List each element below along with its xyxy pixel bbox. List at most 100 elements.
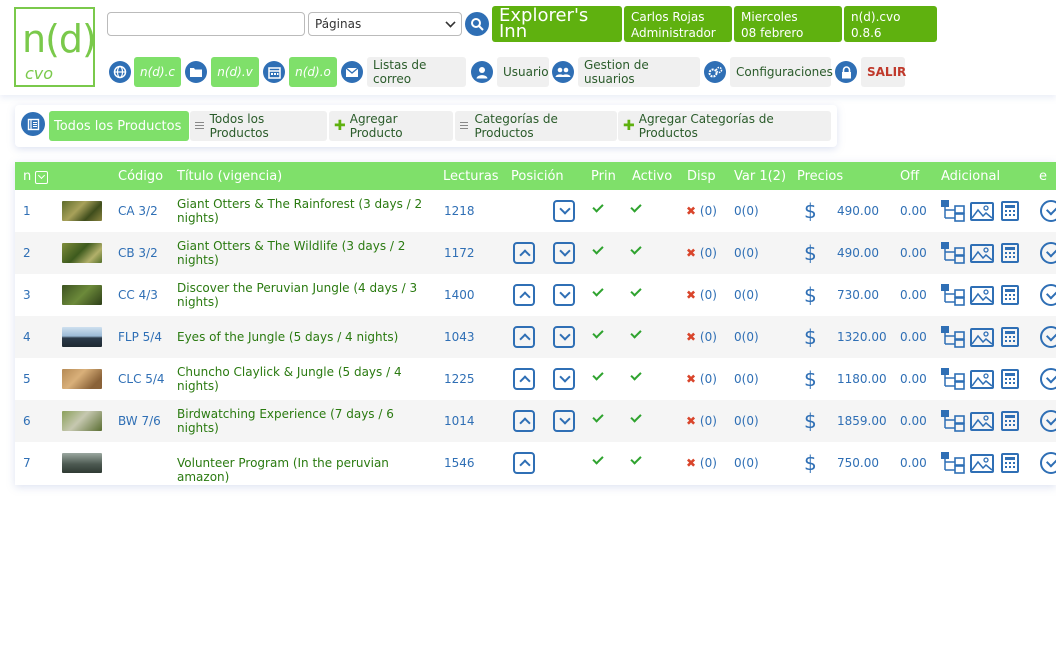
calculator-icon[interactable] [1001, 411, 1019, 431]
product-thumbnail[interactable] [62, 243, 102, 263]
availability[interactable]: ✖ (0) [686, 330, 717, 344]
table-row[interactable]: 5 CLC 5/4 Chuncho Claylick & Jungle (5 day… [15, 358, 1056, 400]
globe-button[interactable] [109, 61, 131, 83]
product-thumbnail[interactable] [62, 411, 102, 431]
availability[interactable]: ✖ (0) [686, 246, 717, 260]
move-down-button[interactable] [553, 410, 575, 432]
col-precios[interactable]: Precios [797, 169, 843, 184]
check-circle-icon[interactable] [1040, 242, 1056, 264]
nav-user[interactable]: Usuario [497, 57, 549, 87]
sitemap-icon[interactable] [941, 284, 965, 306]
table-row[interactable]: 6 BW 7/6 Birdwatching Experience (7 days /… [15, 400, 1056, 442]
col-disp[interactable]: Disp [687, 169, 716, 184]
product-title[interactable]: Chuncho Claylick & Jungle (5 days / 4 ni… [177, 365, 427, 393]
nav-ndc[interactable]: n(d).c [134, 57, 181, 87]
check-circle-icon[interactable] [1040, 200, 1056, 222]
col-e[interactable]: e [1039, 169, 1047, 184]
col-activo[interactable]: Activo [632, 169, 672, 184]
sitemap-icon[interactable] [941, 242, 965, 264]
move-up-button[interactable] [513, 242, 535, 264]
move-down-button[interactable] [553, 368, 575, 390]
product-code[interactable]: FLP 5/4 [118, 330, 162, 344]
variants-count[interactable]: 0(0) [734, 414, 759, 428]
variants-count[interactable]: 0(0) [734, 246, 759, 260]
principal-check-icon[interactable] [592, 327, 604, 339]
product-code[interactable]: CLC 5/4 [118, 372, 165, 386]
dollar-icon[interactable]: $ [804, 367, 817, 391]
table-row[interactable]: 3 CC 4/3 Discover the Peruvian Jungle (4 d… [15, 274, 1056, 316]
sitemap-icon[interactable] [941, 326, 965, 348]
move-down-button[interactable] [553, 284, 575, 306]
calculator-icon[interactable] [1001, 369, 1019, 389]
image-icon[interactable] [970, 328, 994, 347]
availability[interactable]: ✖ (0) [686, 288, 717, 302]
active-check-icon[interactable] [630, 453, 642, 465]
product-code[interactable]: BW 7/6 [118, 414, 161, 428]
site-title[interactable]: Explorer's Inn [492, 6, 622, 42]
col-lecturas[interactable]: Lecturas [443, 169, 499, 184]
product-thumbnail[interactable] [62, 453, 102, 473]
active-check-icon[interactable] [630, 201, 642, 213]
sitemap-icon[interactable] [941, 368, 965, 390]
tab-product-categories[interactable]: Categorías de Productos [455, 111, 617, 141]
nav-mailing-lists[interactable]: Listas de correo [367, 57, 466, 87]
tab-add-product[interactable]: ✚ Agregar Producto [329, 111, 453, 141]
nav-ndv[interactable]: n(d).v [211, 57, 259, 87]
availability[interactable]: ✖ (0) [686, 372, 717, 386]
sitemap-icon[interactable] [941, 410, 965, 432]
tab-all-products[interactable]: Todos los Productos [190, 111, 327, 141]
nav-ndo[interactable]: n(d).o [289, 57, 337, 87]
logout-button[interactable]: SALIR [861, 57, 906, 87]
col-adicional[interactable]: Adicional [941, 169, 1000, 184]
product-thumbnail[interactable] [62, 327, 102, 347]
product-title[interactable]: Giant Otters & The Wildlife (3 days / 2 … [177, 239, 427, 267]
calculator-icon[interactable] [1001, 285, 1019, 305]
variants-count[interactable]: 0(0) [734, 456, 759, 470]
product-title[interactable]: Giant Otters & The Rainforest (3 days / … [177, 197, 427, 225]
variants-count[interactable]: 0(0) [734, 330, 759, 344]
product-title[interactable]: Eyes of the Jungle (5 days / 4 nights) [177, 330, 427, 344]
image-icon[interactable] [970, 412, 994, 431]
user-button[interactable] [471, 61, 493, 83]
dollar-icon[interactable]: $ [804, 199, 817, 223]
sitemap-icon[interactable] [941, 200, 965, 222]
table-row[interactable]: 2 CB 3/2 Giant Otters & The Wildlife (3 da… [15, 232, 1056, 274]
lock-button[interactable] [835, 61, 857, 83]
table-row[interactable]: 7 Volunteer Program (In the peruvian amaz… [15, 442, 1056, 484]
product-title[interactable]: Birdwatching Experience (7 days / 6 nigh… [177, 407, 427, 435]
table-row[interactable]: 1 CA 3/2 Giant Otters & The Rainforest (3 … [15, 190, 1056, 232]
tab-add-product-categories[interactable]: ✚ Agregar Categorías de Productos [618, 111, 831, 141]
move-down-button[interactable] [553, 200, 575, 222]
move-up-button[interactable] [513, 410, 535, 432]
settings-button[interactable] [704, 61, 726, 83]
product-thumbnail[interactable] [62, 285, 102, 305]
products-menu-button[interactable] [21, 112, 45, 136]
image-icon[interactable] [970, 370, 994, 389]
variants-count[interactable]: 0(0) [734, 372, 759, 386]
col-codigo[interactable]: Código [118, 169, 163, 184]
check-circle-icon[interactable] [1040, 326, 1056, 348]
product-title[interactable]: Discover the Peruvian Jungle (4 days / 3… [177, 281, 427, 309]
image-icon[interactable] [970, 454, 994, 473]
availability[interactable]: ✖ (0) [686, 456, 717, 470]
sort-toggle-icon[interactable] [35, 171, 48, 184]
app-logo[interactable]: n(d) cvo [14, 7, 97, 87]
availability[interactable]: ✖ (0) [686, 204, 717, 218]
user-info[interactable]: Carlos Rojas Administrador () [624, 6, 732, 56]
col-off[interactable]: Off [900, 169, 919, 184]
active-check-icon[interactable] [630, 411, 642, 423]
calculator-icon[interactable] [1001, 243, 1019, 263]
product-thumbnail[interactable] [62, 369, 102, 389]
product-code[interactable]: CC 4/3 [118, 288, 158, 302]
mail-button[interactable] [341, 61, 363, 83]
nav-user-management[interactable]: Gestion de usuarios [578, 57, 700, 87]
nav-settings[interactable]: Configuraciones [730, 57, 833, 87]
sitemap-icon[interactable] [941, 452, 965, 474]
image-icon[interactable] [970, 202, 994, 221]
calculator-icon[interactable] [1001, 201, 1019, 221]
image-icon[interactable] [970, 286, 994, 305]
dollar-icon[interactable]: $ [804, 451, 817, 475]
product-code[interactable]: CB 3/2 [118, 246, 158, 260]
principal-check-icon[interactable] [592, 369, 604, 381]
principal-check-icon[interactable] [592, 411, 604, 423]
